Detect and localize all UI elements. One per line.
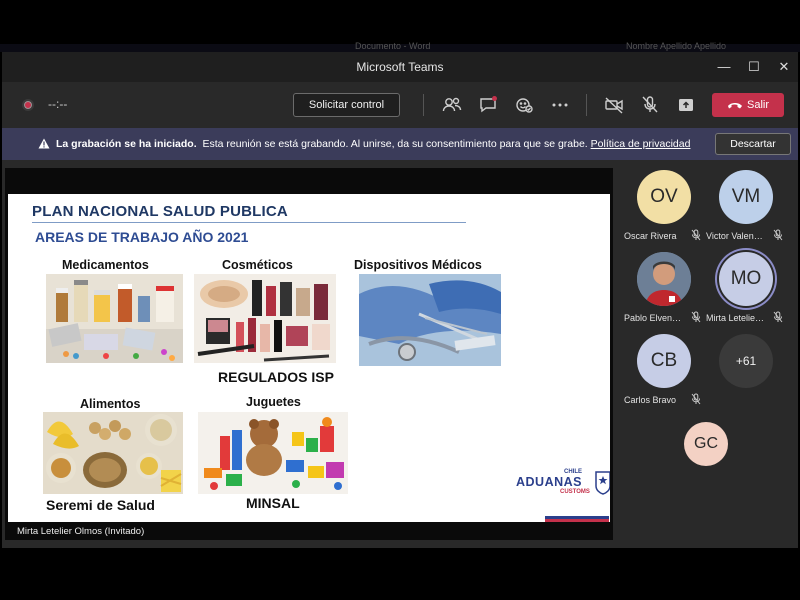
avatar-photo [637, 252, 691, 306]
request-control-button[interactable]: Solicitar control [293, 93, 400, 117]
avatar: OV [637, 170, 691, 224]
participant-tile[interactable]: VM Victor Valenzuela [706, 170, 788, 252]
more-participants-button[interactable]: +61 [706, 334, 788, 416]
category-label: Medicamentos [62, 258, 149, 272]
share-screen-icon[interactable] [675, 94, 697, 116]
toolbar-divider [423, 94, 424, 116]
aduanas-logo: CHILE ADUANAS CUSTOMS [516, 469, 610, 499]
toolbar-divider [586, 94, 587, 116]
leave-label: Salir [747, 99, 770, 111]
avatar: CB [637, 334, 691, 388]
toys-image [198, 412, 348, 494]
mic-off-icon [773, 229, 783, 241]
title-bar: Microsoft Teams — ☐ ✕ [2, 52, 798, 82]
mic-off-icon [773, 311, 783, 323]
presentation-slide: PLAN NACIONAL SALUD PUBLICA AREAS DE TRA… [8, 194, 610, 522]
avatar: MO [719, 252, 773, 306]
participants-icon[interactable] [441, 94, 463, 116]
meeting-stage: PLAN NACIONAL SALUD PUBLICA AREAS DE TRA… [2, 160, 798, 548]
regulator-label: MINSAL [246, 495, 300, 511]
avatar: GC [684, 422, 728, 466]
meeting-toolbar: --:-- Solicitar control Salir [2, 82, 798, 128]
shared-screen: PLAN NACIONAL SALUD PUBLICA AREAS DE TRA… [5, 168, 613, 540]
participant-name: Carlos Bravo [624, 394, 677, 405]
category-label: Cosméticos [222, 258, 293, 272]
dismiss-button[interactable]: Descartar [715, 133, 791, 155]
background-window-text: Documento - Word [355, 41, 431, 51]
regulator-label: Seremi de Salud [46, 497, 155, 513]
participant-name: Mirta Letelier Olmos [706, 312, 766, 323]
mic-off-icon [691, 393, 701, 405]
participant-tile[interactable]: GC [665, 422, 747, 504]
teams-app: Documento - Word Nombre Apellido Apellid… [0, 0, 800, 600]
medicines-image [46, 274, 183, 363]
privacy-policy-link[interactable]: Política de privacidad [591, 138, 691, 150]
mic-off-icon[interactable] [639, 94, 661, 116]
medical-devices-image [359, 274, 501, 366]
presenter-name: Mirta Letelier Olmos (Invitado) [17, 526, 145, 537]
warning-icon [38, 138, 50, 149]
background-window-strip: Documento - Word Nombre Apellido Apellid… [0, 41, 800, 52]
slide-subtitle: AREAS DE TRABAJO AÑO 2021 [35, 229, 249, 245]
food-image [43, 412, 183, 494]
participant-name: Pablo Elvensen [624, 312, 684, 323]
background-window-text: Nombre Apellido Apellido [626, 41, 727, 51]
leave-button[interactable]: Salir [712, 93, 784, 117]
meeting-timer: --:-- [48, 97, 68, 111]
banner-title: La grabación se ha iniciado. [56, 138, 197, 150]
close-button[interactable]: ✕ [772, 58, 796, 76]
shield-icon [595, 471, 610, 495]
category-label: Juguetes [246, 395, 301, 409]
overflow-count: +61 [719, 334, 773, 388]
flag-bar [545, 516, 609, 522]
window-title: Microsoft Teams [356, 60, 444, 74]
logo-text: ADUANAS [516, 475, 582, 489]
participant-tile[interactable]: Pablo Elvensen [624, 252, 706, 334]
participant-name: Oscar Rivera [624, 230, 677, 241]
participant-tile[interactable]: MO Mirta Letelier Olmos [706, 252, 788, 334]
slide-title: PLAN NACIONAL SALUD PUBLICA [32, 203, 288, 220]
more-icon[interactable] [549, 94, 571, 116]
participant-tile[interactable]: CB Carlos Bravo [624, 334, 706, 416]
cosmetics-image [194, 274, 336, 363]
avatar: VM [719, 170, 773, 224]
banner-text: Esta reunión se está grabando. Al unirse… [202, 138, 588, 150]
participant-name: Victor Valenzuela [706, 230, 766, 241]
regulator-label: REGULADOS ISP [218, 369, 334, 385]
participant-tile[interactable]: OV Oscar Rivera [624, 170, 706, 252]
mic-off-icon [691, 229, 701, 241]
hang-up-icon [728, 103, 742, 109]
category-label: Alimentos [80, 397, 141, 411]
camera-off-icon[interactable] [603, 94, 625, 116]
logo-text: CUSTOMS [560, 489, 590, 495]
chat-icon[interactable] [477, 94, 499, 116]
minimize-button[interactable]: — [712, 58, 736, 76]
category-label: Dispositivos Médicos [354, 258, 482, 272]
maximize-button[interactable]: ☐ [742, 58, 766, 76]
recording-banner: La grabación se ha iniciado. Esta reunió… [2, 128, 798, 160]
teams-window: Microsoft Teams — ☐ ✕ --:-- Solicitar co… [2, 52, 798, 548]
recording-icon [22, 99, 34, 111]
reactions-icon[interactable] [513, 94, 535, 116]
mic-off-icon [691, 311, 701, 323]
title-divider [32, 222, 466, 223]
